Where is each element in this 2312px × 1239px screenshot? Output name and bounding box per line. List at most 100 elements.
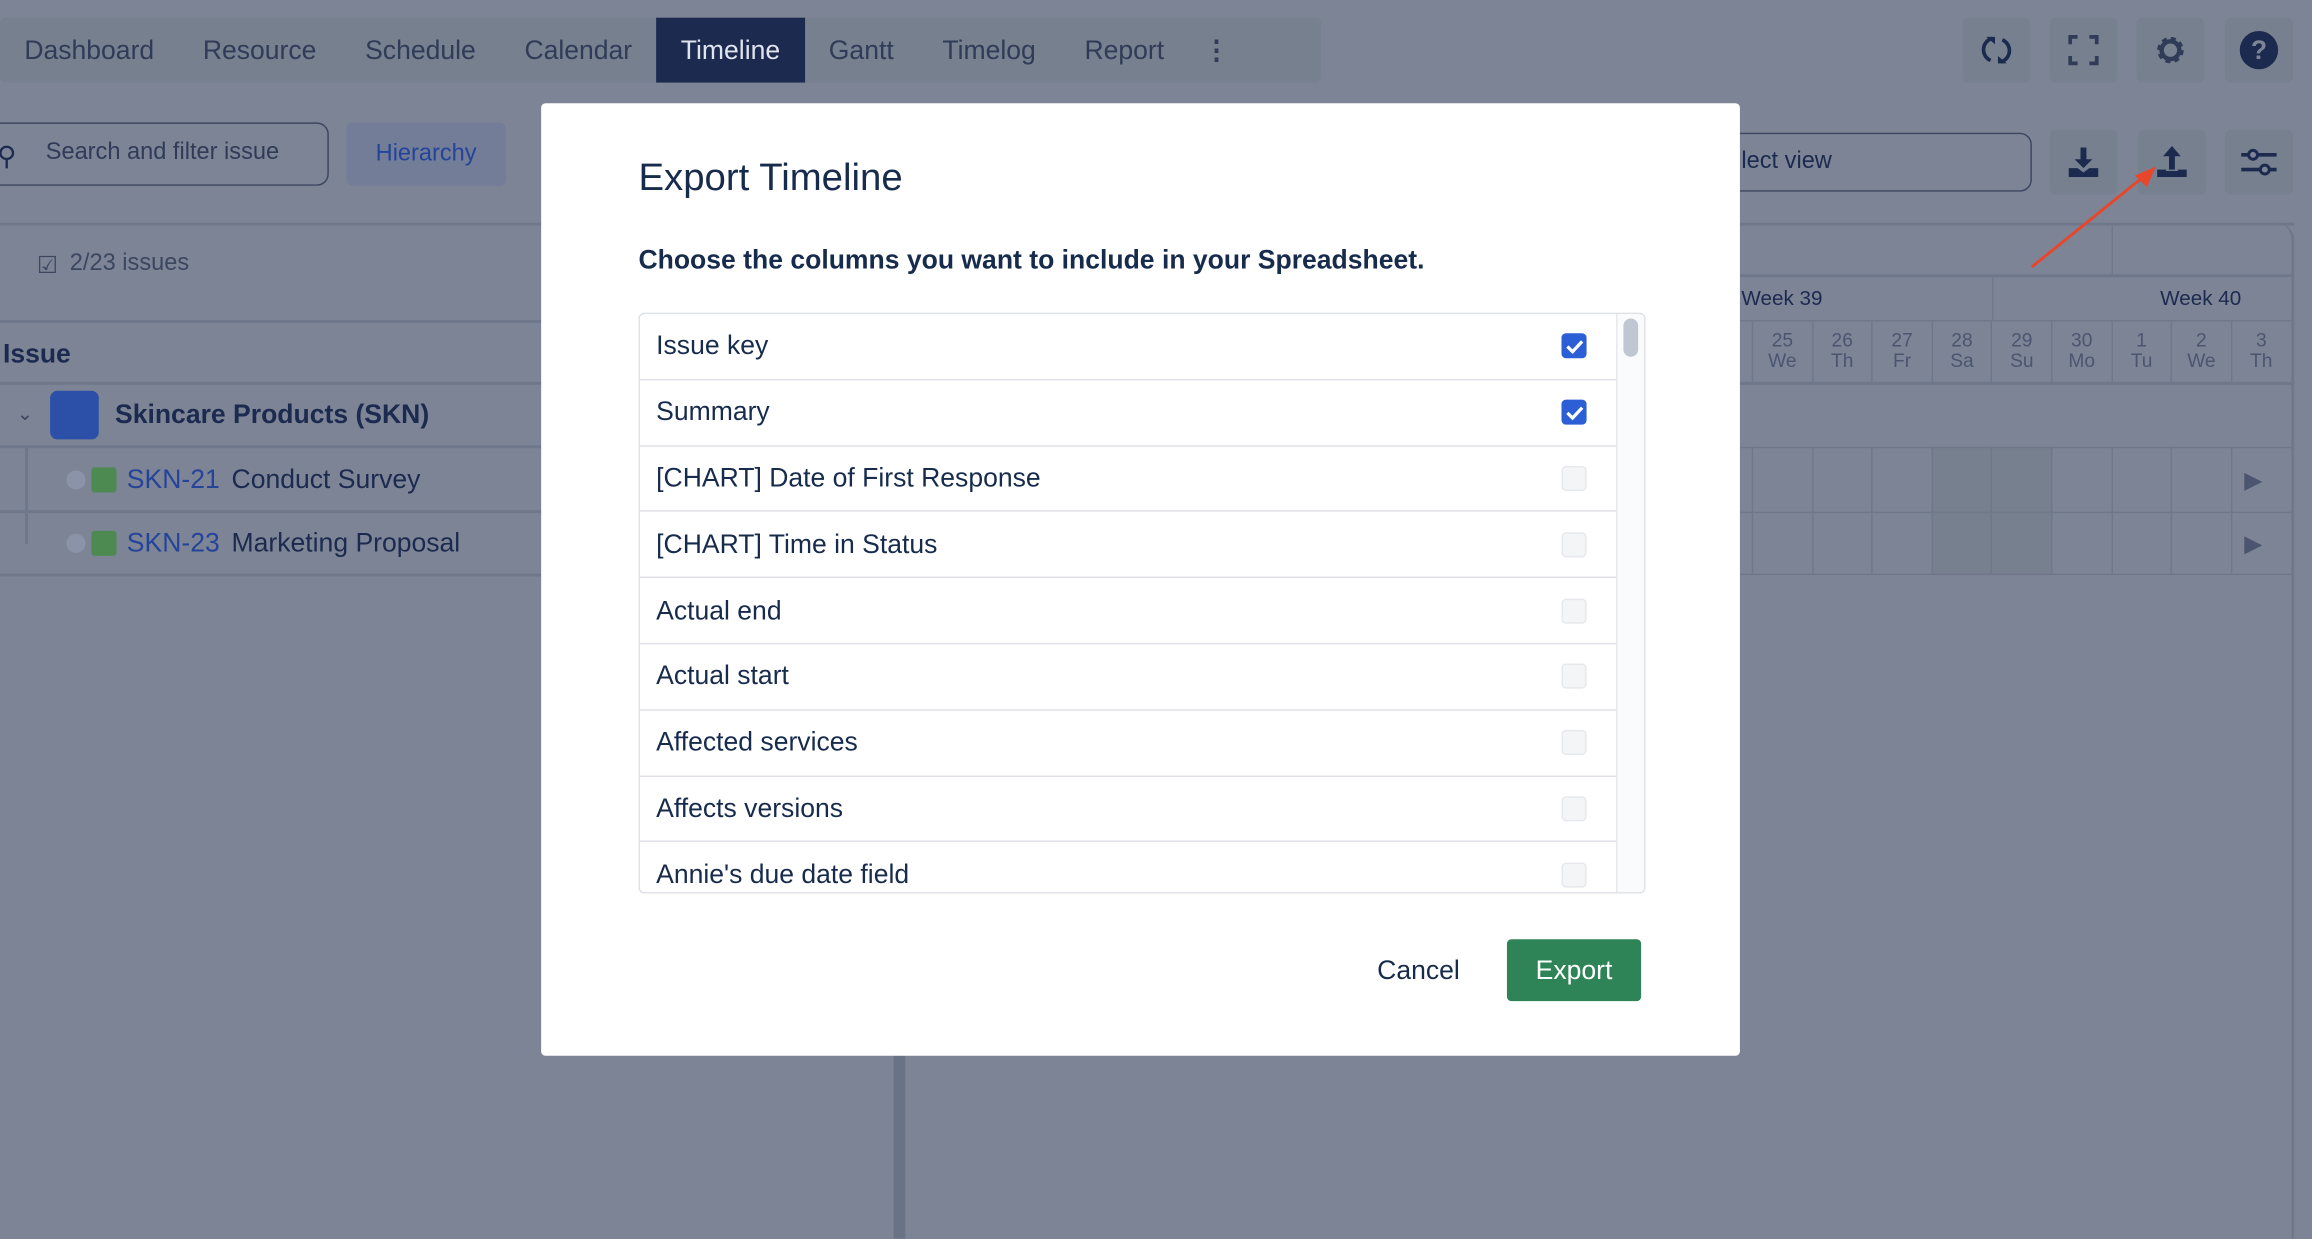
column-checkbox[interactable] [1561,465,1587,491]
check-icon [1565,340,1583,354]
column-option[interactable]: [CHART] Time in Status [639,512,1617,579]
column-option-label: Summary [656,396,770,427]
column-checkbox[interactable] [1561,796,1587,822]
search-input[interactable]: Search and filter issue [0,122,329,186]
chevron-down-icon[interactable]: ⌄ [0,403,50,427]
issue-row[interactable]: SKN-21 Conduct Survey [0,448,542,514]
sync-button[interactable] [1962,17,2031,83]
day-header: 30 Mo [2051,319,2111,382]
day-weekday: Th [2250,349,2273,372]
day-number: 27 [1891,328,1913,351]
tab-gantt[interactable]: Gantt [804,18,918,83]
dialog-instruction: Choose the columns you want to include i… [638,244,1425,275]
annotation-arrow-icon [2030,166,2156,269]
settings-button[interactable] [2136,17,2205,83]
column-checkbox[interactable] [1561,399,1587,425]
tab-calendar[interactable]: Calendar [500,18,656,83]
issues-icon: ☑ [36,253,59,279]
day-weekday: Th [1831,349,1854,372]
week-label: Week 40 [2160,286,2242,310]
select-view-dropdown[interactable]: lect view [1695,132,2032,192]
help-button[interactable]: ? [2225,17,2293,83]
issue-count-text: 2/23 issues [69,250,190,276]
issue-summary: Marketing Proposal [231,527,461,557]
column-checkbox[interactable] [1561,333,1587,359]
column-option[interactable]: [CHART] Date of First Response [639,446,1617,513]
column-option[interactable]: Annie's due date field [640,842,1616,892]
fullscreen-button[interactable] [2049,17,2118,83]
main-nav: Dashboard Resource Schedule Calendar Tim… [0,17,1322,83]
project-avatar [50,390,99,439]
scroll-to-bar-icon[interactable]: ▶ [2244,466,2262,495]
column-option-label: Annie's due date field [656,859,910,889]
tab-resource[interactable]: Resource [179,18,341,83]
issue-key-link[interactable]: SKN-21 [127,464,220,495]
cancel-button[interactable]: Cancel [1377,955,1460,986]
day-number: 1 [2136,328,2147,351]
fullscreen-icon [2068,35,2099,66]
column-list: Issue key Summary [CHART] Date of First Re… [638,312,1646,894]
export-confirm-button[interactable]: Export [1506,939,1642,1002]
day-weekday: Mo [2068,349,2096,372]
day-weekday: Tu [2130,349,2153,372]
day-header: 2 We [2170,319,2231,382]
column-option[interactable]: Summary [639,380,1617,447]
column-checkbox[interactable] [1561,730,1587,756]
column-checkbox[interactable] [1561,862,1587,888]
day-number: 26 [1831,328,1853,351]
day-number: 28 [1951,328,1973,351]
search-icon: ⚲ [0,142,16,173]
filter-settings-button[interactable] [2225,129,2293,195]
issue-row[interactable]: SKN-23 Marketing Proposal [0,512,542,577]
day-header: 27 Fr [1871,319,1931,382]
tab-timeline[interactable]: Timeline [656,17,805,83]
hierarchy-button[interactable]: Hierarchy [346,122,506,186]
column-option[interactable]: Actual end [639,578,1617,645]
day-header: 1 Tu [2110,319,2171,382]
tab-report[interactable]: Report [1060,18,1188,83]
column-checkbox[interactable] [1561,598,1587,624]
week-label: Week 39 [1741,286,1823,310]
panel-resize-handle[interactable] [893,1032,906,1239]
project-name: Skincare Products (SKN) [115,398,430,429]
sync-icon [1981,36,2012,64]
scroll-to-bar-icon[interactable]: ▶ [2244,529,2262,558]
dialog-title: Export Timeline [638,154,903,200]
day-weekday: We [2187,349,2216,372]
column-option[interactable]: Affected services [639,710,1617,777]
export-dialog: Export Timeline Choose the columns you w… [541,103,1740,1056]
day-number: 29 [2011,328,2033,351]
column-option-label: Issue key [656,330,769,361]
day-number: 3 [2255,328,2267,351]
day-weekday: Su [2010,349,2034,372]
check-icon [1565,406,1583,420]
svg-text:?: ? [2251,35,2267,65]
column-option[interactable]: Actual start [639,644,1617,711]
day-weekday: Sa [1950,349,1974,372]
column-option[interactable]: Affects versions [639,776,1617,843]
day-weekday: We [1768,349,1797,372]
day-number: 30 [2071,328,2093,351]
day-header: 26 Th [1811,319,1872,382]
issue-count: ☑ 2/23 issues [37,251,189,280]
tab-schedule[interactable]: Schedule [341,18,500,83]
scrollbar-thumb[interactable] [1623,318,1639,357]
day-number: 25 [1771,328,1794,351]
column-checkbox[interactable] [1561,664,1587,690]
day-header: 3 Th [2230,319,2291,382]
column-option[interactable]: Issue key [639,314,1617,381]
issue-key-link[interactable]: SKN-23 [127,527,220,558]
tab-timelog[interactable]: Timelog [918,18,1060,83]
column-checkbox[interactable] [1561,531,1587,558]
status-dot [66,533,86,553]
more-icon[interactable]: ⋮ [1188,18,1244,83]
tab-dashboard[interactable]: Dashboard [0,18,179,83]
sliders-icon [2241,148,2277,176]
day-header: 29 Su [1991,319,2051,382]
story-icon [91,466,117,492]
list-scrollbar[interactable] [1616,314,1645,893]
column-option-label: Actual end [656,595,782,625]
gear-icon [2157,36,2184,64]
issue-summary: Conduct Survey [231,463,421,494]
project-row[interactable]: ⌄ Skincare Products (SKN) [0,383,542,449]
